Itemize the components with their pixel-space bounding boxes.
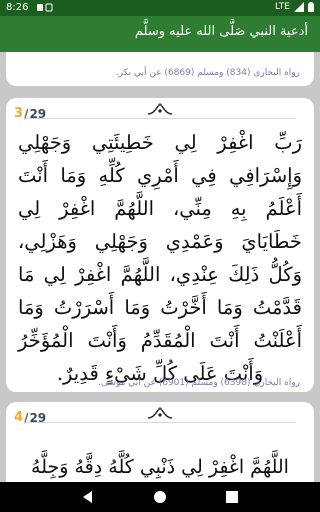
counter-current: 4 (14, 410, 24, 425)
status-bar: 8:26 LTE (0, 0, 320, 16)
ornament-divider (24, 422, 296, 423)
dua-text: اللَّهُمَّ اغْفِرْ لِي ذَنْبِي كُلَّهُ د… (31, 456, 289, 478)
recent-apps-icon[interactable] (224, 489, 240, 505)
dua-card[interactable]: 3 / 29 رَبِّ اغْفِرْ لِي خَطِيئَتِي وَجَ… (6, 98, 314, 392)
dua-text: رَبِّ اغْفِرْ لِي خَطِيئَتِي وَجَهْلِي و… (18, 131, 302, 385)
signal-icon (294, 2, 304, 12)
ornament-icon (147, 407, 173, 419)
counter-current: 3 (14, 106, 24, 121)
status-icons: LTE (275, 2, 314, 12)
back-icon[interactable] (80, 489, 96, 505)
dua-list[interactable]: رواه البخاري (834) ومسلم (6869) عن أبي ب… (0, 52, 320, 482)
navigation-bar (0, 482, 320, 512)
dua-source: رواه البخاري (6398) ومسلم (6901) عن أبي … (98, 378, 300, 388)
notification-icon (37, 3, 53, 12)
dua-card-next[interactable]: 4 / 29 اللَّهُمَّ اغْفِرْ لِي ذَنْبِي كُ… (6, 402, 314, 482)
status-time: 8:26 (6, 2, 29, 13)
ornament-icon (147, 103, 173, 115)
battery-icon (308, 2, 314, 12)
app-bar: أدعية النبي صَلَّى الله عليه وسلَّم (0, 16, 320, 52)
network-type: LTE (275, 2, 290, 12)
app-title: أدعية النبي صَلَّى الله عليه وسلَّم (134, 24, 308, 39)
dua-source: رواه البخاري (834) ومسلم (6869) عن أبي ب… (115, 68, 300, 78)
ornament-divider (24, 118, 296, 119)
home-icon[interactable] (152, 489, 168, 505)
dua-card-previous[interactable]: رواه البخاري (834) ومسلم (6869) عن أبي ب… (6, 52, 314, 86)
